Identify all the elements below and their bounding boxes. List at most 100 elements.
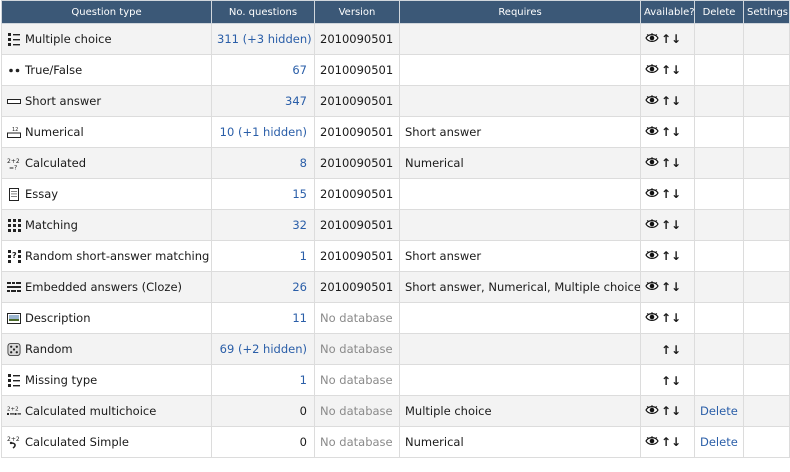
requires-cell (399, 85, 641, 117)
arrow-down-icon[interactable]: ↓ (671, 344, 681, 356)
eye-icon[interactable] (645, 218, 659, 232)
question-type-cell: 2+2 Calculated multichoice (1, 395, 212, 427)
arrow-down-icon[interactable]: ↓ (671, 436, 681, 448)
description-icon (7, 311, 21, 325)
eye-icon[interactable] (645, 94, 659, 108)
arrow-down-icon[interactable]: ↓ (671, 64, 681, 76)
settings-cell (743, 271, 790, 303)
arrow-down-icon[interactable]: ↓ (671, 33, 681, 45)
eye-icon[interactable] (645, 32, 659, 46)
question-count-link[interactable]: 32 (292, 218, 307, 232)
arrow-down-icon[interactable]: ↓ (671, 250, 681, 262)
question-count-link[interactable]: 67 (292, 63, 307, 77)
delete-cell (694, 333, 744, 365)
version-cell: No database (314, 364, 400, 396)
col-delete[interactable]: Delete (694, 0, 744, 24)
available-cell: ↑↓ (640, 333, 695, 365)
available-cell: ↑↓ (640, 85, 695, 117)
eye-icon[interactable] (645, 156, 659, 170)
delete-link[interactable]: Delete (700, 404, 738, 418)
arrow-down-icon[interactable]: ↓ (671, 219, 681, 231)
shortanswer-icon (7, 94, 21, 108)
question-count-link[interactable]: 10 (+1 hidden) (220, 125, 307, 139)
settings-cell (743, 54, 790, 86)
arrow-down-icon[interactable]: ↓ (671, 312, 681, 324)
delete-cell (694, 209, 744, 241)
arrow-up-icon[interactable]: ↑ (661, 219, 671, 231)
delete-cell (694, 147, 744, 179)
col-no-questions[interactable]: No. questions (211, 0, 315, 24)
eye-icon[interactable] (645, 311, 659, 325)
question-count-cell: 67 (211, 54, 315, 86)
eye-icon[interactable] (645, 63, 659, 77)
arrow-up-icon[interactable]: ↑ (661, 33, 671, 45)
delete-cell (694, 364, 744, 396)
requires-cell: Short answer (399, 240, 641, 272)
arrow-up-icon[interactable]: ↑ (661, 312, 671, 324)
arrow-down-icon[interactable]: ↓ (671, 95, 681, 107)
requires-cell (399, 178, 641, 210)
arrow-down-icon[interactable]: ↓ (671, 375, 681, 387)
arrow-up-icon[interactable]: ↑ (661, 375, 671, 387)
question-count-link[interactable]: 8 (300, 156, 307, 170)
question-type-label: Calculated multichoice (25, 404, 157, 418)
col-question-type[interactable]: Question type (1, 0, 212, 24)
requires-cell: Numerical (399, 426, 641, 458)
arrow-up-icon[interactable]: ↑ (661, 126, 671, 138)
question-count-link[interactable]: 15 (292, 187, 307, 201)
question-count-link[interactable]: 1 (300, 249, 307, 263)
eye-icon[interactable] (645, 280, 659, 294)
question-count-link[interactable]: 311 (+3 hidden) (217, 32, 312, 46)
eye-icon[interactable] (645, 249, 659, 263)
question-count-link[interactable]: 11 (292, 311, 307, 325)
version-cell: 2010090501 (314, 85, 400, 117)
truefalse-icon (7, 63, 21, 77)
arrow-up-icon[interactable]: ↑ (661, 405, 671, 417)
question-type-cell: 2+2 Calculated Simple (1, 426, 212, 458)
question-type-cell: Random (1, 333, 212, 365)
question-type-cell: ? Random short-answer matching (1, 240, 212, 272)
requires-cell: Short answer, Numerical, Multiple choice (399, 271, 641, 303)
arrow-up-icon[interactable]: ↑ (661, 281, 671, 293)
arrow-down-icon[interactable]: ↓ (671, 157, 681, 169)
matching-icon (7, 218, 21, 232)
table-row: 2+2 Calculated multichoice 0 No database Mul… (1, 395, 790, 427)
eye-icon[interactable] (645, 187, 659, 201)
arrow-up-icon[interactable]: ↑ (661, 64, 671, 76)
question-type-cell: Multiple choice (1, 23, 212, 55)
header-row: Question type No. questions Version Requ… (1, 0, 790, 24)
col-version[interactable]: Version (314, 0, 400, 24)
question-count-link[interactable]: 347 (285, 94, 307, 108)
arrow-up-icon[interactable]: ↑ (661, 157, 671, 169)
question-count-link[interactable]: 1 (300, 373, 307, 387)
table-row: Essay 15 2010090501 ↑↓ (1, 178, 790, 210)
available-cell: ↑↓ (640, 426, 695, 458)
col-requires[interactable]: Requires (399, 0, 641, 24)
arrow-up-icon[interactable]: ↑ (661, 250, 671, 262)
eye-icon[interactable] (645, 435, 659, 449)
eye-icon[interactable] (645, 404, 659, 418)
arrow-up-icon[interactable]: ↑ (661, 344, 671, 356)
settings-cell (743, 85, 790, 117)
delete-link[interactable]: Delete (700, 435, 738, 449)
arrow-up-icon[interactable]: ↑ (661, 188, 671, 200)
requires-cell (399, 54, 641, 86)
arrow-down-icon[interactable]: ↓ (671, 405, 681, 417)
question-type-label: Missing type (25, 373, 98, 387)
cloze-icon (7, 280, 21, 294)
arrow-down-icon[interactable]: ↓ (671, 126, 681, 138)
delete-cell (694, 85, 744, 117)
arrow-up-icon[interactable]: ↑ (661, 95, 671, 107)
question-count-link[interactable]: 69 (+2 hidden) (220, 342, 307, 356)
delete-cell (694, 116, 744, 148)
question-type-cell: True/False (1, 54, 212, 86)
arrow-up-icon[interactable]: ↑ (661, 436, 671, 448)
arrow-down-icon[interactable]: ↓ (671, 188, 681, 200)
arrow-down-icon[interactable]: ↓ (671, 281, 681, 293)
col-settings[interactable]: Settings (743, 0, 790, 24)
question-count-cell: 11 (211, 302, 315, 334)
question-count-link[interactable]: 26 (292, 280, 307, 294)
question-types-table: Question type No. questions Version Requ… (1, 0, 790, 458)
eye-icon[interactable] (645, 125, 659, 139)
col-available[interactable]: Available? (640, 0, 695, 24)
